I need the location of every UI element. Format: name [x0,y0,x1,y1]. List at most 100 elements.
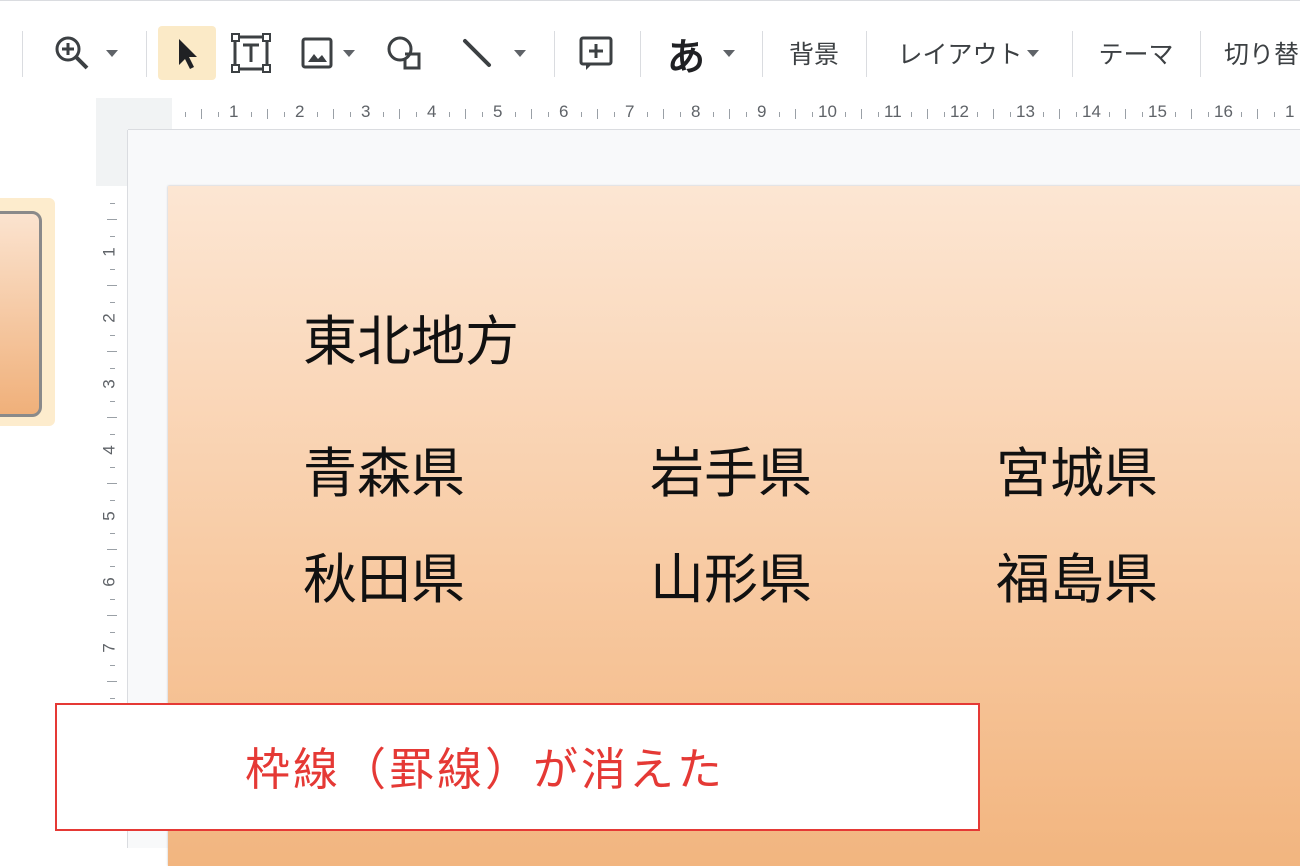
ruler-number: 3 [361,102,371,121]
ruler-tick [110,565,115,567]
ruler-tick [399,109,400,119]
ruler-corner [96,98,128,130]
ruler-tick [110,268,115,270]
slide-thumbnail[interactable] [0,211,42,417]
ruler-tick [993,109,994,119]
ruler-tick [861,109,862,119]
ruler-tick [943,112,945,117]
input-tools-label: あ [666,34,705,79]
ruler-tick [107,549,117,550]
toolbar-divider [640,31,641,77]
toolbar-divider [1072,31,1073,77]
ruler-number: 3 [99,379,119,389]
background-button[interactable]: 背景 [774,26,854,80]
annotation-text: 枠線（罫線）が消えた [245,743,726,796]
prefecture-fukushima[interactable]: 福島県 [996,535,1158,614]
line-tool-button[interactable] [444,26,538,80]
ruler-tick [349,112,351,117]
ruler-tick [927,109,928,119]
ruler-tick [110,202,115,204]
ruler-tick [712,112,714,117]
ruler-tick [663,109,664,119]
theme-button[interactable]: テーマ [1084,26,1188,80]
ruler-tick [1042,112,1044,117]
prefecture-iwate[interactable]: 岩手県 [650,429,812,508]
transition-button[interactable]: 切り替 [1214,26,1300,80]
insert-image-button[interactable] [288,26,366,80]
zoom-button[interactable] [40,26,130,80]
ruler-tick [1273,112,1275,117]
ruler-tick [110,466,115,468]
ruler-tick [745,112,747,117]
theme-label: テーマ [1098,40,1174,69]
text-box-button[interactable] [224,26,278,80]
prefecture-yamagata[interactable]: 山形県 [650,535,812,614]
ruler-tick [107,417,117,418]
ruler-tick [1207,112,1209,117]
zoom-in-icon [52,33,92,73]
ruler-tick [107,681,117,682]
line-icon [456,32,498,74]
ruler-tick [316,112,318,117]
ruler-number: 4 [427,102,437,121]
ruler-number: 10 [818,102,837,121]
toolbar-divider [1200,31,1201,77]
ruler-tick [107,285,117,286]
ruler-tick [201,109,202,119]
prefecture-aomori[interactable]: 青森県 [303,429,465,508]
cursor-arrow-icon [171,35,203,71]
ruler-tick [580,112,582,117]
select-tool-button[interactable] [158,26,216,80]
ruler-tick [1240,112,1242,117]
layout-button[interactable]: レイアウト [880,26,1056,80]
ruler-tick [778,112,780,117]
ruler-tick [1141,112,1143,117]
ruler-number: 7 [625,102,635,121]
slide-title[interactable]: 東北地方 [303,297,519,376]
toolbar: あ 背景 レイアウト テーマ 切り替 [0,0,1300,98]
ruler-tick [976,112,978,117]
ruler-tick [1059,109,1060,119]
toolbar-divider [554,31,555,77]
ruler-tick [1257,109,1258,119]
ruler-tick [481,112,483,117]
ruler-tick [110,532,115,534]
prefecture-miyagi[interactable]: 宮城県 [996,429,1158,508]
ruler-tick [844,112,846,117]
ruler-tick [1125,109,1126,119]
ruler-tick [107,219,117,220]
chevron-down-icon [106,49,118,57]
ruler-tick [110,400,115,402]
annotation-callout: 枠線（罫線）が消えた [55,703,980,831]
shape-icon [383,32,425,74]
ruler-number: 4 [99,445,119,455]
ruler-tick [267,109,268,119]
ruler-tick [514,112,516,117]
ruler-tick [795,109,796,119]
ruler-tick [729,109,730,119]
ruler-tick [107,483,117,484]
chevron-down-icon [343,49,355,57]
ruler-number: 11 [884,102,902,121]
ruler-tick [613,112,615,117]
ruler-tick [382,112,384,117]
shape-button[interactable] [376,26,432,80]
ruler-number: 1 [99,247,119,257]
ruler-number: 2 [295,102,305,121]
ruler-tick [107,351,117,352]
prefecture-akita[interactable]: 秋田県 [303,535,465,614]
ruler-tick [283,112,285,117]
toolbar-divider [146,31,147,77]
horizontal-ruler[interactable]: 1 2 3 4 5 6 7 8 9 10 11 12 13 14 15 16 1 [128,98,1300,130]
ruler-tick [110,235,115,237]
ruler-tick [448,112,450,117]
text-box-icon [230,32,272,74]
ruler-tick [415,112,417,117]
ruler-tick [877,112,879,117]
input-tools-button[interactable]: あ [652,26,750,80]
ruler-number: 1 [229,102,239,121]
add-comment-icon [576,33,616,73]
add-comment-button[interactable] [568,26,624,80]
ruler-tick [1191,109,1192,119]
ruler-number: 13 [1016,102,1035,121]
